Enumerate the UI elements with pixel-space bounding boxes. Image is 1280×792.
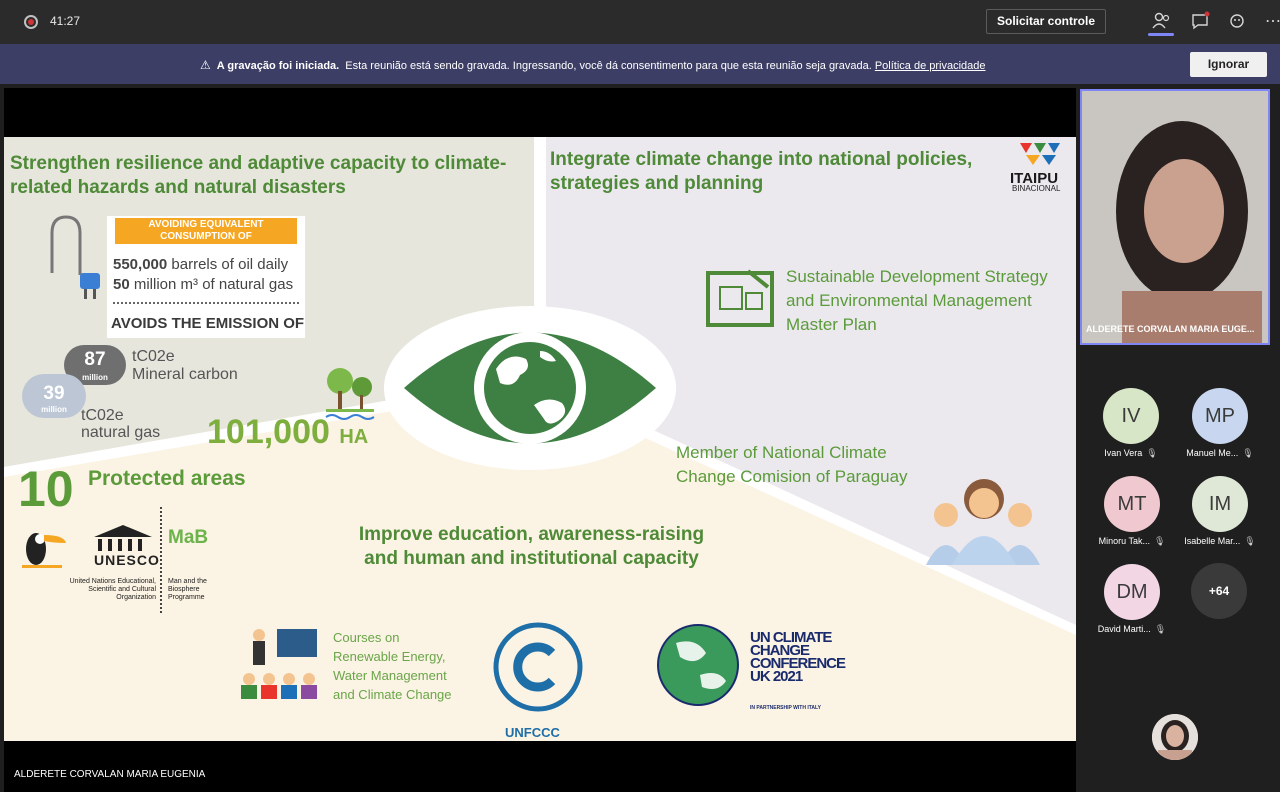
itaipu-logo-icon <box>1020 143 1060 165</box>
participant-name-row: David Marti... 🎙 <box>1092 624 1172 635</box>
privacy-policy-link[interactable]: Política de privacidade <box>875 60 986 72</box>
participant-tile[interactable]: MT Minoru Tak... 🎙 <box>1094 476 1170 547</box>
reactions-icon[interactable] <box>1227 11 1249 33</box>
strategy-text: Sustainable Development Strategy and Env… <box>786 267 1048 334</box>
participant-name: David Marti... <box>1097 624 1151 634</box>
protected-areas-label: Protected areas <box>88 467 246 490</box>
participant-tile[interactable]: MP Manuel Me... 🎙 <box>1180 388 1260 459</box>
hectares-unit: HA <box>339 426 369 448</box>
mic-off-icon: 🎙 <box>1146 448 1158 458</box>
hectares-stat: 101,000 HA <box>207 413 368 452</box>
avoided-consumption-card: AVOIDING EQUIVALENT CONSUMPTION OF 550,0… <box>107 216 305 338</box>
unesco-caption: United Nations Educational, Scientific a… <box>69 578 156 601</box>
gas-text: million m³ of natural gas <box>133 276 294 293</box>
gas-line: 50 million m³ of natural gas <box>113 276 293 293</box>
more-participants-button[interactable]: +64 <box>1191 563 1247 619</box>
carbon-label: tC02e Mineral carbon <box>132 348 238 384</box>
left-section-title: Strengthen resilience and adaptive capac… <box>10 153 507 198</box>
shared-screen-stage: Strengthen resilience and adaptive capac… <box>4 88 1076 792</box>
presenter-name-label: ALDERETE CORVALAN MARIA EUGENIA <box>14 769 206 780</box>
participant-name-row: Manuel Me... 🎙 <box>1180 448 1260 459</box>
unesco-logo-text: UNESCO <box>94 552 160 568</box>
hectares-value: 101,000 <box>207 413 330 451</box>
natural-gas-value: 39 <box>43 383 65 404</box>
recording-notice-body: Esta reunião está sendo gravada. Ingress… <box>345 60 872 72</box>
unfccc-logo-icon <box>493 622 583 712</box>
avoids-emission-label: AVOIDS THE EMISSION OF <box>111 315 305 332</box>
participant-name: Isabelle Mar... <box>1184 536 1241 546</box>
request-control-button[interactable]: Solicitar controle <box>986 9 1106 34</box>
classroom-icon <box>241 629 317 699</box>
oil-line: 550,000 barrels of oil daily <box>113 256 288 273</box>
courses-text: Courses on Renewable Energy, Water Manag… <box>333 630 452 702</box>
self-video-avatar[interactable] <box>1152 714 1198 760</box>
participant-name-row: Minoru Tak... 🎙 <box>1094 536 1170 547</box>
participant-avatar: DM <box>1104 564 1160 620</box>
self-avatar-image <box>1152 714 1198 760</box>
speaker-video-tile[interactable] <box>1080 89 1270 345</box>
mab-caption: Man and the Biosphere Programme <box>168 578 207 601</box>
people-group-icon <box>926 479 1040 565</box>
participant-name: Manuel Me... <box>1186 448 1239 458</box>
natural-gas-multiplier: million <box>41 405 67 414</box>
mic-off-icon: 🎙 <box>1154 624 1167 634</box>
toucan-icon <box>22 533 66 568</box>
participant-avatar: MP <box>1192 388 1248 444</box>
mab-logo-text: MaB <box>168 527 209 548</box>
natural-gas-label: tC02e natural gas <box>81 407 160 441</box>
participant-avatar: IV <box>1103 388 1159 444</box>
unesco-temple-icon <box>94 525 152 551</box>
carbon-value: 87 <box>84 349 106 370</box>
participant-name: Minoru Tak... <box>1098 536 1150 546</box>
participant-tile[interactable]: IV Ivan Vera 🎙 <box>1094 388 1168 459</box>
cop26-logo-subtext: IN PARTNERSHIP WITH ITALY <box>750 705 821 711</box>
dotted-divider <box>113 302 299 304</box>
commission-member-text: Member of National Climate Change Comisi… <box>676 443 908 486</box>
participant-name: Ivan Vera <box>1104 448 1143 458</box>
recording-notice-bold: A gravação foi iniciada. <box>216 60 340 72</box>
participant-tile[interactable]: DM David Marti... 🎙 <box>1092 564 1172 635</box>
people-icon[interactable] <box>1150 11 1172 33</box>
recording-icon <box>24 15 38 29</box>
cop26-logo-text: UN CLIMATE CHANGE CONFERENCE UK 2021 <box>750 629 846 685</box>
cop26-globe-icon <box>657 624 739 706</box>
participant-avatar: IM <box>1192 476 1248 532</box>
oil-text: barrels of oil daily <box>171 256 289 273</box>
oil-value: 550,000 <box>113 256 168 273</box>
itaipu-logo-subtext: BINACIONAL <box>1012 184 1061 193</box>
gas-value: 50 <box>113 276 130 293</box>
natural-gas-unit: tC02e <box>81 407 124 424</box>
participant-name-row: Ivan Vera 🎙 <box>1094 448 1168 459</box>
right-section-title: Integrate climate change into national p… <box>550 149 973 194</box>
recording-notice-text: ⚠ A gravação foi iniciada. Esta reunião es… <box>200 58 986 72</box>
trees-icon <box>325 368 375 420</box>
participant-tile[interactable]: IM Isabelle Mar... 🎙 <box>1180 476 1260 547</box>
banner-heading: AVOIDING EQUIVALENT CONSUMPTION OF <box>115 218 297 244</box>
speaker-video-name: ALDERETE CORVALAN MARIA EUGE... <box>1086 324 1255 334</box>
carbon-unit: tC02e <box>132 348 175 365</box>
plug-icon <box>50 215 100 299</box>
mic-off-icon: 🎙 <box>1244 536 1256 546</box>
participant-name-row: Isabelle Mar... 🎙 <box>1180 536 1260 547</box>
mic-off-icon: 🎙 <box>1242 448 1254 458</box>
bottom-section-title: Improve education, awareness-raising and… <box>358 524 705 569</box>
speaker-video-feed <box>1082 91 1268 343</box>
warning-icon: ⚠ <box>200 58 211 72</box>
recording-notice-bar: ⚠ A gravação foi iniciada. Esta reunião es… <box>0 44 1280 84</box>
protected-areas-count: 10 <box>18 461 74 517</box>
meeting-topbar: 41:27 Solicitar controle ⋯ <box>0 0 1280 44</box>
more-options-icon[interactable]: ⋯ <box>1262 11 1280 33</box>
logo-divider <box>160 507 162 613</box>
active-tab-indicator <box>1148 33 1174 36</box>
unfccc-logo-text: UNFCCC <box>505 725 560 740</box>
blueprint-icon <box>706 269 774 327</box>
carbon-type: Mineral carbon <box>132 366 238 383</box>
participant-avatar: MT <box>1104 476 1160 532</box>
natural-gas-type: natural gas <box>81 424 161 441</box>
mic-off-icon: 🎙 <box>1153 536 1166 546</box>
presentation-slide: Strengthen resilience and adaptive capac… <box>4 137 1076 741</box>
meeting-timer: 41:27 <box>50 14 81 28</box>
ignore-button[interactable]: Ignorar <box>1190 52 1267 77</box>
chat-icon[interactable] <box>1189 11 1211 33</box>
